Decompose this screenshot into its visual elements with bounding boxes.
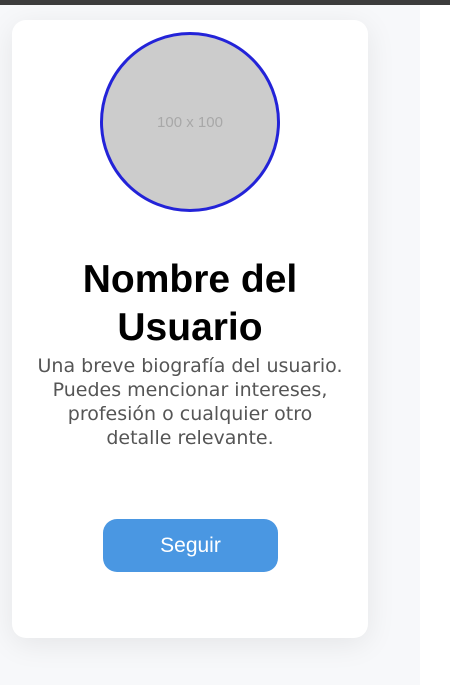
user-bio: Una breve biografía del usuario. Puedes … — [37, 355, 343, 449]
avatar: 100 x 100 — [100, 32, 280, 212]
follow-button[interactable]: Seguir — [103, 519, 278, 572]
profile-card: 100 x 100 Nombre del Usuario Una breve b… — [12, 20, 368, 638]
user-name: Nombre del Usuario — [82, 258, 298, 349]
avatar-placeholder-text: 100 x 100 — [157, 113, 223, 131]
